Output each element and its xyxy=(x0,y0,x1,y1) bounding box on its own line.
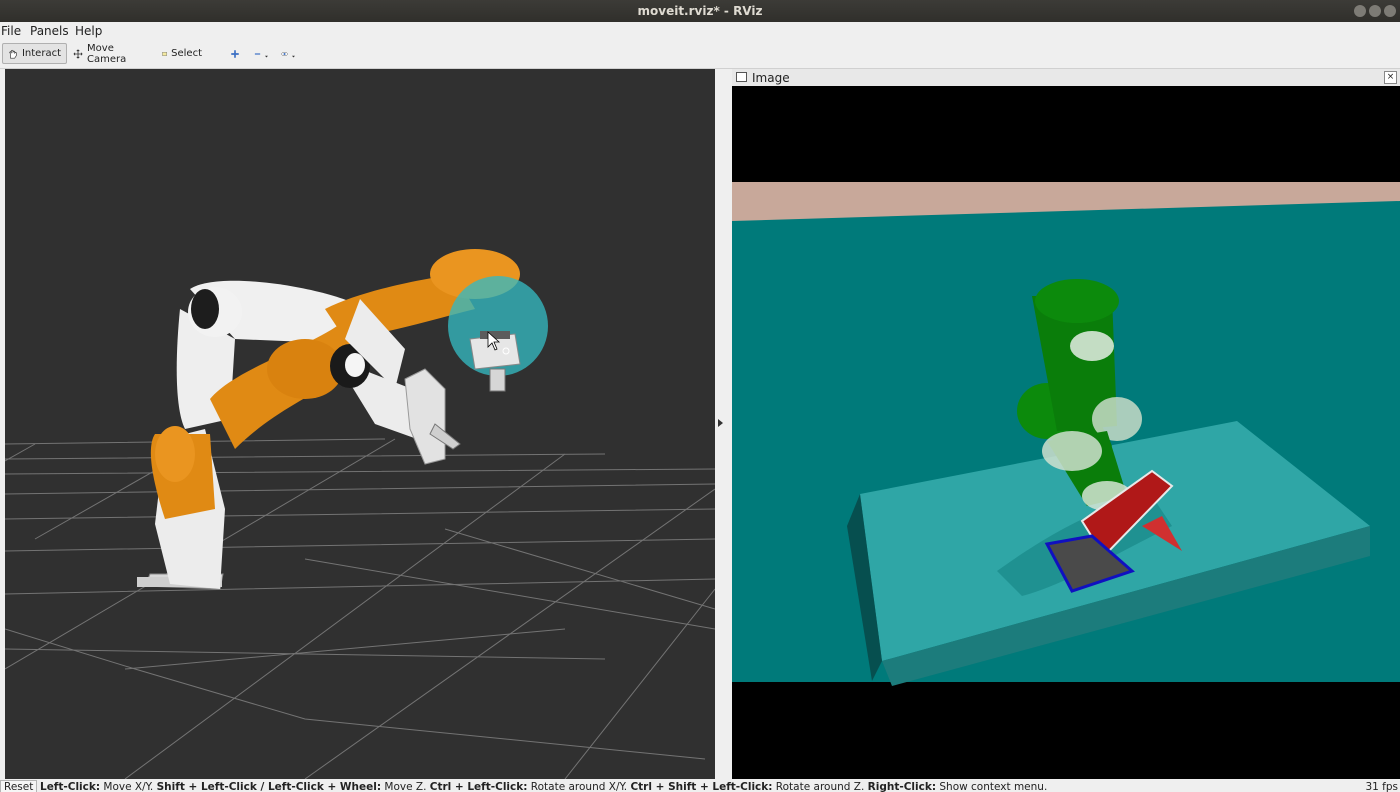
hint-key: Ctrl + Shift + Left-Click: xyxy=(630,781,773,792)
window-title: moveit.rviz* - RViz xyxy=(637,4,763,18)
remove-tool-button[interactable] xyxy=(249,43,273,64)
interact-label: Interact xyxy=(21,48,61,59)
hint-action: Rotate around Z. xyxy=(772,781,868,792)
ground-grid xyxy=(5,438,715,779)
camera-image-view xyxy=(732,86,1400,779)
menubar: File Panels Help xyxy=(0,22,1400,40)
hint-action: Move X/Y. xyxy=(100,781,157,792)
dropdown-arrow-icon xyxy=(292,55,295,58)
3d-render-viewport[interactable] xyxy=(5,69,715,779)
hint-action: Rotate around X/Y. xyxy=(527,781,631,792)
close-panel-button[interactable]: × xyxy=(1384,71,1397,84)
plus-icon xyxy=(231,49,239,58)
minus-icon xyxy=(254,52,261,55)
close-window-button[interactable] xyxy=(1384,5,1396,17)
hint-key: Ctrl + Left-Click: xyxy=(429,781,528,792)
view-tool-button[interactable] xyxy=(276,43,300,64)
camera-image xyxy=(732,182,1400,686)
move-camera-label: Move Camera xyxy=(87,42,127,65)
status-bar: Reset Left-Click: Move X/Y. Shift + Left… xyxy=(0,779,1400,792)
interactive-marker[interactable] xyxy=(448,276,548,392)
hint-action: Show context menu. xyxy=(936,781,1048,792)
minimize-button[interactable] xyxy=(1354,5,1366,17)
menu-panels[interactable]: Panels xyxy=(30,24,69,38)
toolbar: Interact Move Camera Select xyxy=(0,40,1400,69)
move-camera-tool-button[interactable]: Move Camera xyxy=(68,42,150,65)
image-panel: Image × xyxy=(732,69,1400,779)
interact-tool-button[interactable]: Interact xyxy=(2,43,67,64)
menu-file[interactable]: File xyxy=(1,24,21,38)
3d-scene[interactable] xyxy=(5,69,715,779)
hand-icon xyxy=(9,49,17,58)
maximize-button[interactable] xyxy=(1369,5,1381,17)
joint-cap xyxy=(191,289,219,329)
menu-help[interactable]: Help xyxy=(75,24,102,38)
panel-splitter[interactable] xyxy=(715,69,732,779)
hint-action: Move Z. xyxy=(381,781,430,792)
reset-button[interactable]: Reset xyxy=(0,780,38,792)
select-tool-button[interactable]: Select xyxy=(157,43,207,64)
hint-key: Shift + Left-Click / Left-Click + Wheel: xyxy=(156,781,382,792)
panel-icon xyxy=(736,72,747,82)
move-arrows-icon xyxy=(73,49,83,58)
eye-icon xyxy=(281,51,288,56)
image-panel-header: Image × xyxy=(732,69,1400,87)
image-panel-title: Image xyxy=(752,71,790,85)
hint-key: Right-Click: xyxy=(867,781,937,792)
select-label: Select xyxy=(171,48,202,59)
window-titlebar: moveit.rviz* - RViz xyxy=(0,0,1400,22)
fps-counter: 31 fps xyxy=(1365,781,1398,792)
dropdown-arrow-icon xyxy=(265,55,268,58)
select-box-icon xyxy=(162,51,167,56)
mouse-hint-text: Left-Click: Move X/Y. Shift + Left-Click… xyxy=(40,781,1047,792)
collapse-arrow-icon[interactable] xyxy=(718,419,723,427)
add-tool-button[interactable] xyxy=(225,43,245,64)
hint-key: Left-Click: xyxy=(40,781,101,792)
